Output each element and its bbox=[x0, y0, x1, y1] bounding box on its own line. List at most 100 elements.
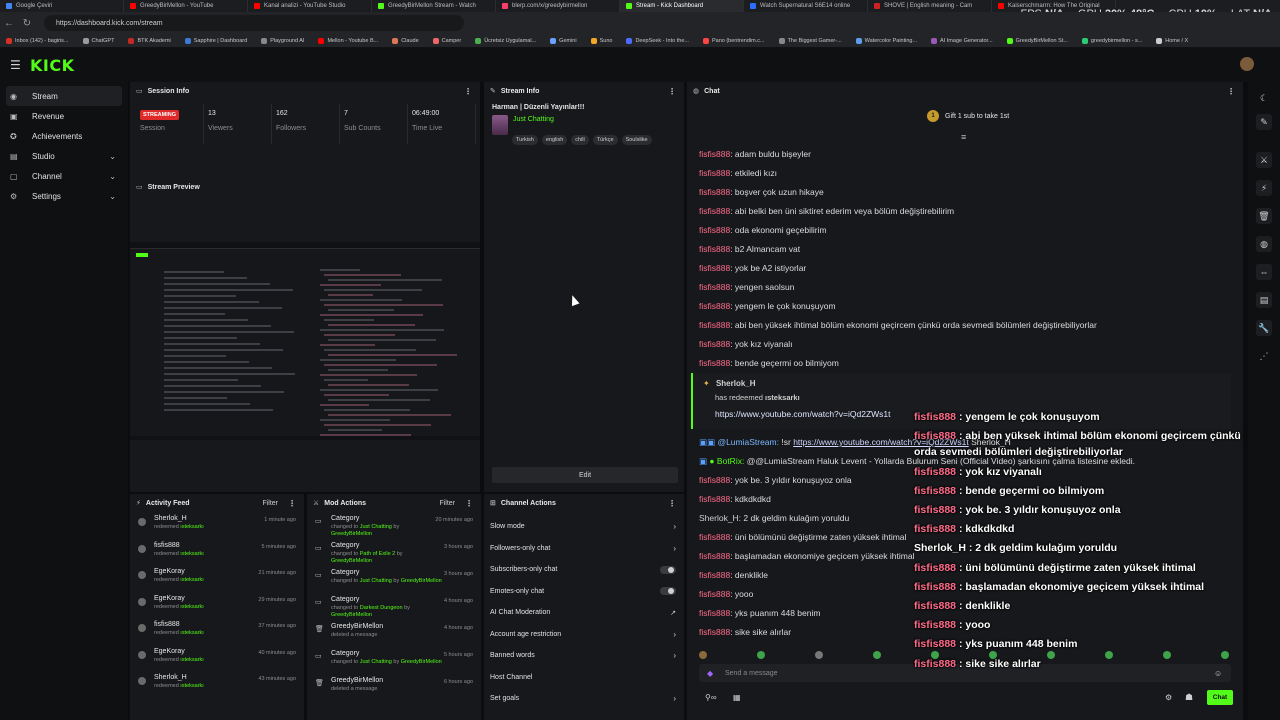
category-name[interactable]: Just Chatting bbox=[513, 116, 554, 123]
channel-action-subscribers-only-chat[interactable]: Subscribers-only chat bbox=[484, 559, 684, 581]
bookmark-item[interactable]: Home / X bbox=[1156, 37, 1188, 44]
kick-logo[interactable]: KICK bbox=[30, 56, 75, 75]
channel-action-slow-mode[interactable]: Slow mode › bbox=[484, 516, 684, 538]
bookmark-item[interactable]: Suno bbox=[590, 37, 612, 44]
mod-action-row[interactable]: ▭ Category changed to Just Chatting by Gre… bbox=[307, 566, 481, 593]
mod-action-row[interactable]: ▭ Category changed to Just Chatting by Gre… bbox=[307, 647, 481, 674]
bookmark-item[interactable]: BTK Akademi bbox=[128, 37, 171, 44]
sword-icon[interactable]: ⚔ bbox=[1256, 152, 1272, 168]
bookmark-item[interactable]: Sapphire | Dashboard bbox=[184, 37, 247, 44]
emote-icon[interactable] bbox=[1163, 651, 1171, 659]
chat-username[interactable]: fisfis888 bbox=[699, 627, 730, 637]
bookmark-item[interactable]: greedybirmellon - s... bbox=[1081, 37, 1142, 44]
more-icon[interactable]: ⋮ bbox=[288, 499, 296, 508]
stream-tag[interactable]: chill bbox=[571, 135, 589, 145]
emote-icon[interactable] bbox=[699, 651, 707, 659]
channel-action-emotes-only-chat[interactable]: Emotes-only chat bbox=[484, 581, 684, 603]
bookmark-item[interactable]: Playground AI bbox=[261, 37, 304, 44]
chat-username[interactable]: fisfis888 bbox=[699, 551, 730, 561]
browser-tab[interactable]: Watch Supernatural S6E14 online bbox=[744, 0, 868, 12]
redeem-user[interactable]: Sherlok_H bbox=[716, 379, 756, 388]
activity-row[interactable]: EgeKoray redeemed ısteksarkı 21 minutes ag… bbox=[130, 565, 304, 592]
chat-username[interactable]: fisfis888 bbox=[699, 263, 730, 273]
activity-row[interactable]: fisfis888 redeemed ısteksarkı 5 minutes ag… bbox=[130, 539, 304, 566]
toggle-switch[interactable] bbox=[660, 587, 676, 596]
chat-username[interactable]: fisfis888 bbox=[699, 149, 730, 159]
menu-icon[interactable]: ☰ bbox=[10, 58, 22, 72]
more-icon[interactable]: ⋮ bbox=[668, 499, 676, 508]
address-bar[interactable]: https://dashboard.kick.com/stream bbox=[44, 15, 464, 31]
chat-username[interactable]: fisfis888 bbox=[699, 475, 730, 485]
mod-action-row[interactable]: 🗑 GreedyBirMellon deleted a message 6 hour… bbox=[307, 674, 481, 701]
activity-row[interactable]: EgeKoray redeemed ısteksarkı 29 minutes ag… bbox=[130, 592, 304, 619]
bookmark-item[interactable]: ChatGPT bbox=[82, 37, 114, 44]
gear-icon[interactable]: ⚙ bbox=[1165, 693, 1172, 702]
activity-row[interactable]: fisfis888 redeemed ısteksarkı 37 minutes a… bbox=[130, 618, 304, 645]
filter-button[interactable]: Filter bbox=[439, 500, 455, 507]
emote-icon[interactable] bbox=[873, 651, 881, 659]
mod-action-row[interactable]: ▭ Category changed to Darkest Dungeon by G… bbox=[307, 593, 481, 620]
bookmark-item[interactable]: Camper bbox=[432, 37, 461, 44]
chat-username[interactable]: fisfis888 bbox=[699, 225, 730, 235]
channel-action-ai-chat-moderation[interactable]: AI Chat Moderation ↗ bbox=[484, 602, 684, 624]
calendar-icon[interactable]: ▦ bbox=[733, 693, 741, 702]
chat-bubble-icon[interactable]: ◍ bbox=[1256, 236, 1272, 252]
chat-username[interactable]: fisfis888 bbox=[699, 244, 730, 254]
chat-username[interactable]: fisfis888 bbox=[699, 320, 730, 330]
more-icon[interactable]: ⋮ bbox=[1227, 87, 1235, 96]
pinned-toggle-icon[interactable]: ≡ bbox=[961, 132, 966, 142]
bookmark-item[interactable]: Mellon - Youtube B... bbox=[318, 37, 378, 44]
emote-icon[interactable] bbox=[1221, 651, 1229, 659]
channel-action-host-channel[interactable]: Host Channel bbox=[484, 667, 684, 689]
users-icon[interactable]: ☗ bbox=[1185, 692, 1193, 703]
wrench-icon[interactable]: 🔧 bbox=[1256, 320, 1272, 336]
emote-icon[interactable] bbox=[757, 651, 765, 659]
channel-action-followers-only-chat[interactable]: Followers-only chat › bbox=[484, 538, 684, 560]
chat-username[interactable]: fisfis888 bbox=[699, 494, 730, 504]
gift-sub-banner[interactable]: 1 Gift 1 sub to take 1st bbox=[927, 110, 1009, 122]
sidebar-item-revenue[interactable]: ▣ Revenue bbox=[6, 106, 122, 126]
chat-username[interactable]: fisfis888 bbox=[699, 608, 730, 618]
browser-tab[interactable]: Kanal analizi - YouTube Studio bbox=[248, 0, 372, 12]
bookmark-item[interactable]: Ücretsiz Uygulamal... bbox=[475, 37, 536, 44]
emoji-icon[interactable]: ☺ bbox=[1214, 669, 1222, 678]
trash-icon[interactable]: 🗑 bbox=[1256, 208, 1272, 224]
avatar[interactable] bbox=[1240, 57, 1254, 71]
chat-username[interactable]: fisfis888 bbox=[699, 589, 730, 599]
stream-tag[interactable]: Türkçe bbox=[592, 135, 618, 145]
browser-tab[interactable]: GreedyBirMellon - YouTube bbox=[124, 0, 248, 12]
chat-username[interactable]: fisfis888 bbox=[699, 358, 730, 368]
chat-username[interactable]: fisfis888 bbox=[699, 339, 730, 349]
mod-action-row[interactable]: ▭ Category changed to Just Chatting by Gre… bbox=[307, 512, 481, 539]
chat-tools-icon[interactable]: ⚲∞ bbox=[705, 693, 717, 702]
emote-icon[interactable] bbox=[815, 651, 823, 659]
emote-picker-icon[interactable]: ◆ bbox=[707, 669, 713, 678]
stream-tag[interactable]: Turkish bbox=[512, 135, 538, 145]
bookmark-item[interactable]: AI Image Generator... bbox=[931, 37, 993, 44]
chat-username[interactable]: fisfis888 bbox=[699, 282, 730, 292]
channel-action-account-age-restriction[interactable]: Account age restriction › bbox=[484, 624, 684, 646]
browser-tab[interactable]: SHOVE | English meaning - Cam bbox=[868, 0, 992, 12]
redeem-link[interactable]: https://www.youtube.com/watch?v=iQd2ZWs1… bbox=[715, 409, 891, 419]
activity-row[interactable]: EgeKoray redeemed ısteksarkı 40 minutes ag… bbox=[130, 645, 304, 672]
chat-username[interactable]: fisfis888 bbox=[699, 301, 730, 311]
bookmark-item[interactable]: Gemini bbox=[550, 37, 577, 44]
channel-action-set-goals[interactable]: Set goals › bbox=[484, 688, 684, 710]
browser-tab[interactable]: blerp.com/x/greedybirmellon bbox=[496, 0, 620, 12]
moon-icon[interactable]: ☾ bbox=[1256, 90, 1272, 106]
link-icon[interactable]: ⇔ bbox=[1256, 264, 1272, 280]
chat-username[interactable]: fisfis888 bbox=[699, 532, 730, 542]
browser-tab[interactable]: Google Çeviri bbox=[0, 0, 124, 12]
bookmark-item[interactable]: GreedyBirMellon St... bbox=[1006, 37, 1068, 44]
bookmark-item[interactable]: Claude bbox=[392, 37, 419, 44]
calendar-icon[interactable]: ▤ bbox=[1256, 292, 1272, 308]
stream-tag[interactable]: Soulslike bbox=[621, 135, 652, 145]
more-icon[interactable]: ⋮ bbox=[465, 499, 473, 508]
filter-button[interactable]: Filter bbox=[262, 500, 278, 507]
toggle-switch[interactable] bbox=[660, 565, 676, 574]
sidebar-item-settings[interactable]: ⚙ Settings ⌄ bbox=[6, 186, 122, 206]
emote-icon[interactable] bbox=[1047, 651, 1055, 659]
chat-username[interactable]: fisfis888 bbox=[699, 570, 730, 580]
stream-preview-video[interactable] bbox=[130, 242, 480, 440]
bookmark-item[interactable]: Watercolor Painting... bbox=[855, 37, 917, 44]
